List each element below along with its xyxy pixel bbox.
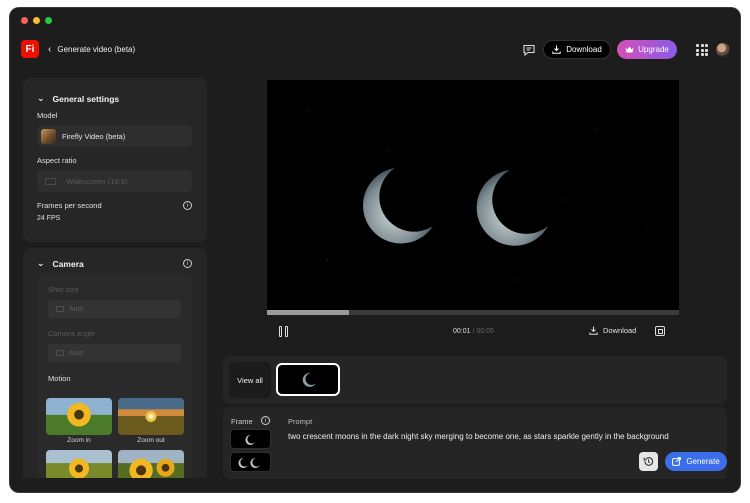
camera-angle-label: Camera angle bbox=[48, 329, 96, 338]
camera-header[interactable]: ⌄ Camera bbox=[37, 258, 84, 269]
video-camera-icon bbox=[56, 306, 64, 312]
total-time: 00:05 bbox=[476, 328, 494, 335]
frame-thumbnail-first[interactable] bbox=[230, 429, 271, 449]
history-icon bbox=[643, 457, 654, 466]
back-button[interactable]: ‹ Generate video (beta) bbox=[48, 44, 135, 55]
app-window: Fi ‹ Generate video (beta) Download Upgr… bbox=[10, 8, 740, 492]
history-thumbnail-selected[interactable] bbox=[276, 363, 340, 396]
fps-info-icon[interactable]: i bbox=[183, 201, 192, 210]
motion-caption-zoom-in: Zoom in bbox=[67, 437, 91, 444]
download-button-label: Download bbox=[566, 45, 602, 54]
apps-grid-icon[interactable] bbox=[696, 44, 708, 56]
general-settings-header[interactable]: ⌄ General settings bbox=[37, 93, 119, 104]
window-controls bbox=[21, 17, 52, 24]
app-logo[interactable]: Fi bbox=[21, 40, 39, 58]
download-icon bbox=[552, 45, 561, 54]
motion-option-zoom-out[interactable] bbox=[118, 398, 184, 435]
download-icon bbox=[589, 326, 598, 335]
shot-size-label: Shot size bbox=[48, 285, 79, 294]
user-avatar[interactable] bbox=[716, 43, 730, 57]
prompt-panel: Frame i Prompt two crescent moons in the… bbox=[223, 407, 727, 479]
frame-thumbnail-last[interactable] bbox=[230, 452, 271, 472]
motion-caption-zoom-out: Zoom out bbox=[137, 437, 165, 444]
aspect-ratio-value: Widescreen (16:9) bbox=[66, 176, 128, 186]
generate-icon bbox=[672, 457, 682, 466]
aspect-ratio-select[interactable]: Widescreen (16:9) bbox=[37, 170, 192, 192]
camera-options: Shot size Auto Camera angle Auto Motion … bbox=[37, 274, 193, 478]
video-frame bbox=[306, 99, 648, 281]
camera-info-icon[interactable]: i bbox=[183, 259, 192, 268]
camera-title: Camera bbox=[52, 258, 84, 269]
motion-option[interactable] bbox=[118, 450, 184, 478]
video-download-button[interactable]: Download bbox=[589, 326, 636, 335]
model-value: Firefly Video (beta) bbox=[62, 131, 126, 141]
motion-option[interactable] bbox=[46, 450, 112, 478]
chevron-left-icon: ‹ bbox=[48, 44, 52, 55]
video-controls: 00:01 / 00:05 Download bbox=[267, 315, 679, 347]
top-bar: Fi ‹ Generate video (beta) Download Upgr… bbox=[10, 36, 740, 66]
upgrade-button-label: Upgrade bbox=[638, 45, 669, 54]
frame-label: Frame bbox=[231, 417, 253, 426]
history-button[interactable] bbox=[639, 452, 658, 471]
crown-icon bbox=[625, 46, 634, 53]
minimize-window-button[interactable] bbox=[33, 17, 40, 24]
model-select[interactable]: Firefly Video (beta) bbox=[37, 125, 192, 147]
settings-panel: ⌄ General settings Model Firefly Video (… bbox=[23, 78, 207, 478]
crescent-moon-left bbox=[362, 168, 433, 244]
model-thumbnail bbox=[41, 128, 56, 144]
aspect-ratio-label: Aspect ratio bbox=[37, 156, 77, 165]
model-label: Model bbox=[37, 111, 58, 120]
motion-option-zoom-in[interactable] bbox=[46, 398, 112, 435]
prompt-input[interactable]: two crescent moons in the dark night sky… bbox=[288, 431, 718, 442]
video-preview[interactable] bbox=[267, 80, 679, 314]
prompt-label: Prompt bbox=[288, 417, 313, 426]
download-button[interactable]: Download bbox=[543, 40, 611, 59]
general-settings-title: General settings bbox=[52, 93, 120, 104]
fps-value[interactable]: 24 FPS bbox=[37, 215, 60, 222]
camera-icon bbox=[56, 350, 64, 356]
crescent-moon-right bbox=[476, 170, 548, 246]
frame-info-icon[interactable]: i bbox=[261, 416, 270, 425]
fps-label: Frames per second bbox=[37, 201, 102, 210]
pause-icon[interactable] bbox=[279, 326, 291, 337]
shot-size-value: Auto bbox=[69, 305, 84, 313]
general-settings-section: ⌄ General settings Model Firefly Video (… bbox=[23, 78, 207, 242]
current-time: 00:01 bbox=[453, 328, 471, 335]
video-time: 00:01 / 00:05 bbox=[453, 328, 494, 335]
shot-size-select[interactable]: Auto bbox=[48, 300, 181, 318]
generate-button-label: Generate bbox=[686, 457, 720, 466]
close-window-button[interactable] bbox=[21, 17, 28, 24]
fullscreen-icon[interactable] bbox=[655, 326, 665, 336]
zoom-window-button[interactable] bbox=[45, 17, 52, 24]
feedback-icon[interactable] bbox=[522, 43, 536, 57]
video-download-label: Download bbox=[603, 326, 637, 335]
widescreen-icon bbox=[45, 177, 56, 185]
chevron-down-icon: ⌄ bbox=[37, 258, 45, 268]
generate-button[interactable]: Generate bbox=[665, 452, 727, 471]
motion-label: Motion bbox=[48, 374, 71, 383]
view-all-button[interactable]: View all bbox=[229, 362, 271, 398]
camera-section: ⌄ Camera i Shot size Auto Camera angle A… bbox=[23, 248, 207, 478]
generation-history: View all bbox=[223, 356, 727, 404]
page-title: Generate video (beta) bbox=[57, 45, 136, 54]
chevron-down-icon: ⌄ bbox=[37, 93, 45, 103]
camera-angle-value: Auto bbox=[69, 349, 84, 357]
camera-angle-select[interactable]: Auto bbox=[48, 344, 181, 362]
upgrade-button[interactable]: Upgrade bbox=[617, 40, 677, 59]
